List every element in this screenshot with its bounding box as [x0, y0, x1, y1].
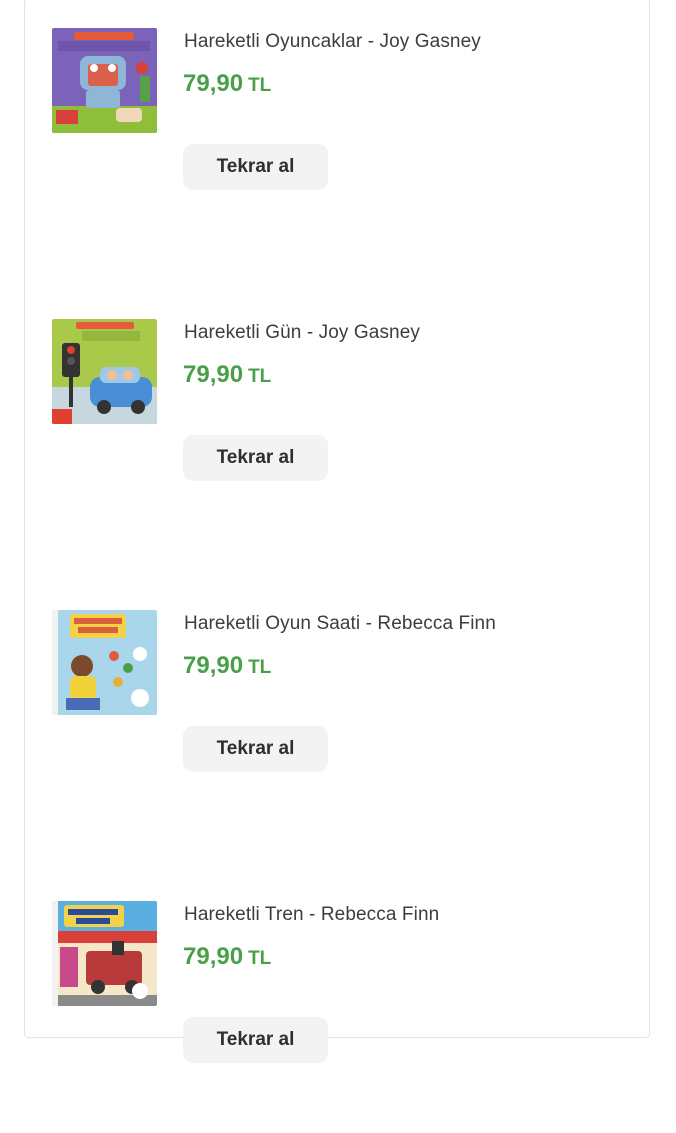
price-amount: 79,90 — [183, 652, 244, 679]
buy-again-button[interactable]: Tekrar al — [183, 726, 328, 772]
order-item: Hareketli Gün - Joy Gasney 79,90 TL Tekra… — [0, 291, 676, 551]
product-title[interactable]: Hareketli Gün - Joy Gasney — [184, 322, 420, 344]
book-cover-image[interactable] — [52, 610, 157, 715]
book-cover-image[interactable] — [52, 901, 157, 1006]
product-price: 79,90 TL — [183, 70, 271, 98]
order-item: Hareketli Oyuncaklar - Joy Gasney 79,90 T… — [0, 0, 676, 260]
product-price: 79,90 TL — [183, 652, 271, 680]
price-amount: 79,90 — [183, 361, 244, 388]
buy-again-button[interactable]: Tekrar al — [183, 435, 328, 481]
price-amount: 79,90 — [183, 70, 244, 97]
price-amount: 79,90 — [183, 943, 244, 970]
product-title[interactable]: Hareketli Oyun Saati - Rebecca Finn — [184, 613, 496, 635]
price-currency: TL — [248, 657, 272, 678]
product-title[interactable]: Hareketli Oyuncaklar - Joy Gasney — [184, 31, 481, 53]
product-title[interactable]: Hareketli Tren - Rebecca Finn — [184, 904, 439, 926]
book-cover-image[interactable] — [52, 319, 157, 424]
order-item: Hareketli Oyun Saati - Rebecca Finn 79,9… — [0, 582, 676, 842]
order-item: Hareketli Tren - Rebecca Finn 79,90 TL Te… — [0, 873, 676, 1133]
price-currency: TL — [248, 75, 272, 96]
buy-again-button[interactable]: Tekrar al — [183, 144, 328, 190]
book-cover-image[interactable] — [52, 28, 157, 133]
price-currency: TL — [248, 948, 272, 969]
product-price: 79,90 TL — [183, 361, 271, 389]
product-price: 79,90 TL — [183, 943, 271, 971]
price-currency: TL — [248, 366, 272, 387]
